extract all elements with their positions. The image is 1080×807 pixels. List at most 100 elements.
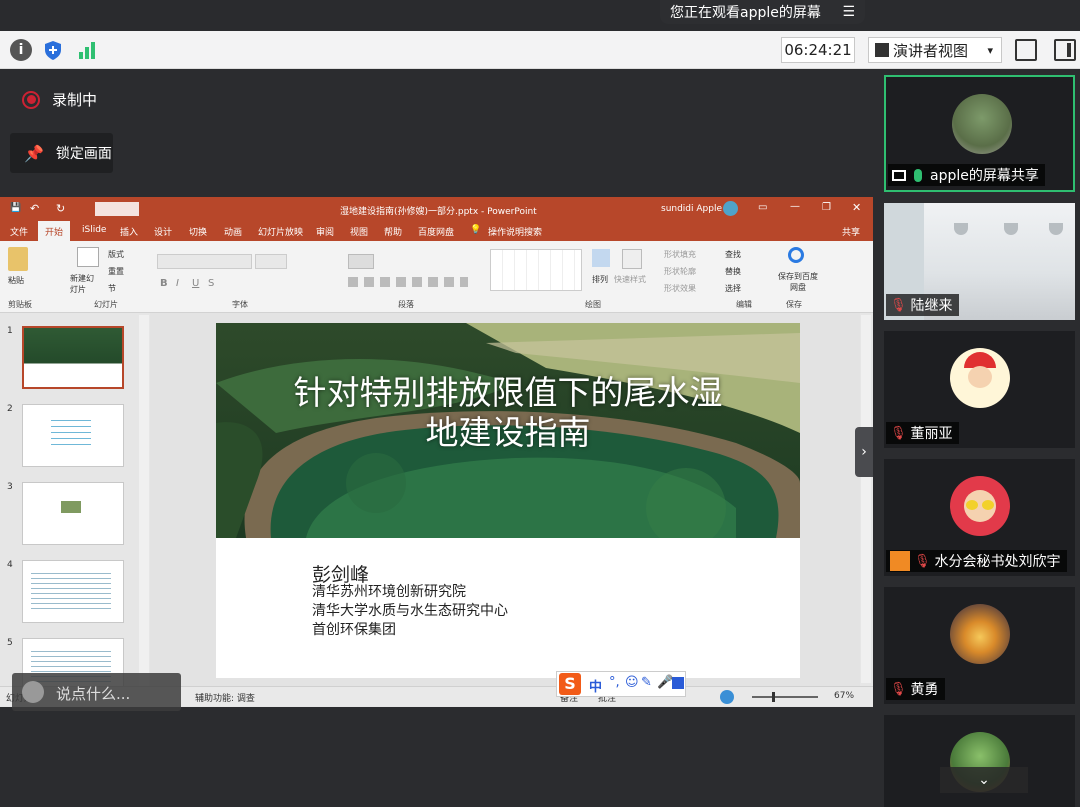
- thumb-number: 3: [7, 482, 13, 492]
- chat-input-pill[interactable]: 说点什么...: [12, 673, 181, 711]
- arrange-icon[interactable]: [592, 249, 610, 267]
- close-icon[interactable]: ✕: [852, 201, 861, 214]
- underline-icon[interactable]: U: [192, 278, 199, 289]
- current-slide[interactable]: 针对特别排放限值下的尾水湿 地建设指南 彭剑峰 清华苏州环境创新研究院 清华大学…: [216, 323, 800, 678]
- mic-icon[interactable]: 🎤: [657, 675, 673, 690]
- menu-icon[interactable]: ☰: [842, 4, 855, 20]
- find-button[interactable]: 查找: [725, 249, 741, 260]
- participant-tile[interactable]: 🎙 水分会秘书处刘欣宇: [884, 459, 1075, 576]
- fullscreen-icon[interactable]: [1015, 39, 1037, 61]
- section-button[interactable]: 节: [108, 283, 116, 294]
- tab-file[interactable]: 文件: [10, 225, 28, 238]
- new-slide-icon[interactable]: [77, 247, 99, 267]
- undo-icon[interactable]: ↶: [30, 202, 39, 215]
- redo-icon[interactable]: ↻: [56, 202, 65, 215]
- group-paragraph: 段落: [398, 300, 414, 309]
- paste-button[interactable]: 粘贴: [8, 275, 24, 286]
- tell-me-search[interactable]: 操作说明搜索: [488, 225, 542, 238]
- quick-style-button[interactable]: 快速样式: [614, 274, 646, 285]
- punctuation-icon[interactable]: °,: [609, 675, 620, 690]
- tab-baidu[interactable]: 百度网盘: [418, 225, 454, 238]
- tab-transitions[interactable]: 切换: [189, 225, 207, 238]
- tab-slideshow[interactable]: 幻灯片放映: [258, 225, 303, 238]
- shield-icon[interactable]: [42, 39, 64, 61]
- shape-fill-button[interactable]: 形状填充: [664, 249, 696, 260]
- restore-icon[interactable]: ❐: [822, 202, 831, 213]
- chat-placeholder[interactable]: 说点什么...: [56, 683, 130, 704]
- zoom-level: 67%: [834, 691, 855, 701]
- fit-slide-icon[interactable]: [720, 690, 734, 704]
- tab-design[interactable]: 设计: [154, 225, 172, 238]
- grid-icon[interactable]: [672, 677, 684, 689]
- arrange-button[interactable]: 排列: [592, 274, 608, 285]
- presenter-view-dropdown[interactable]: 演讲者视图 ▾: [868, 37, 1002, 63]
- accessibility-status[interactable]: 辅助功能: 调查: [195, 691, 255, 704]
- bold-icon[interactable]: B: [160, 278, 168, 289]
- affiliation-line: 首创环保集团: [312, 622, 396, 638]
- save-baidu-button[interactable]: 保存到百度网盘: [778, 271, 818, 293]
- info-icon[interactable]: i: [10, 39, 32, 61]
- avatar: [950, 476, 1010, 536]
- lock-screen-button[interactable]: 📌 锁定画面: [10, 133, 113, 173]
- ime-toolbar[interactable]: S 中 °, ☺ ✎ 🎤: [556, 671, 686, 697]
- font-name-select[interactable]: [157, 254, 252, 269]
- select-button[interactable]: 选择: [725, 283, 741, 294]
- reset-button[interactable]: 重置: [108, 266, 124, 277]
- slide-thumbnail[interactable]: [22, 482, 124, 545]
- thumbs-scrollbar[interactable]: [139, 315, 149, 691]
- tab-view[interactable]: 视图: [350, 225, 368, 238]
- chevron-down-icon: ▾: [987, 43, 993, 57]
- ribbon-display-icon[interactable]: ▭: [758, 202, 767, 213]
- account-avatar[interactable]: [723, 201, 738, 216]
- tab-animations[interactable]: 动画: [224, 225, 242, 238]
- replace-button[interactable]: 替换: [725, 266, 741, 277]
- shape-outline-button[interactable]: 形状轮廓: [664, 266, 696, 277]
- alignment-icons[interactable]: [348, 277, 468, 287]
- participant-tile[interactable]: 🎙 黄勇: [884, 587, 1075, 704]
- participant-name: 水分会秘书处刘欣宇: [934, 554, 1061, 570]
- tab-home[interactable]: 开始: [38, 221, 71, 241]
- emoji-icon[interactable]: ☺: [625, 675, 639, 690]
- share-button[interactable]: 共享: [842, 225, 860, 238]
- avatar: [950, 348, 1010, 408]
- slide-title-line2: 地建设指南: [425, 413, 591, 452]
- participant-name: 董丽亚: [910, 426, 953, 442]
- shape-effect-button[interactable]: 形状效果: [664, 283, 696, 294]
- baidu-cloud-icon[interactable]: [788, 247, 804, 263]
- tab-help[interactable]: 帮助: [384, 225, 402, 238]
- signal-icon[interactable]: [76, 39, 98, 61]
- ime-mode[interactable]: 中: [589, 676, 602, 695]
- chevron-down-icon: ⌄: [978, 772, 990, 788]
- save-icon[interactable]: 💾: [10, 203, 21, 213]
- italic-icon[interactable]: I: [176, 278, 179, 289]
- participant-tile[interactable]: [884, 715, 1075, 807]
- sidebar-toggle-icon[interactable]: [1054, 39, 1076, 61]
- lock-label: 锁定画面: [55, 146, 112, 162]
- zoom-slider[interactable]: [752, 692, 818, 702]
- shapes-gallery[interactable]: [490, 249, 582, 291]
- pen-icon[interactable]: ✎: [641, 675, 652, 690]
- slide-thumbnail[interactable]: [22, 404, 124, 467]
- participant-tile[interactable]: 🎙 董丽亚: [884, 331, 1075, 448]
- strikethrough-icon[interactable]: S: [208, 278, 214, 289]
- participant-name: 陆继来: [910, 298, 953, 314]
- quick-access-box[interactable]: [95, 202, 139, 216]
- new-slide-button[interactable]: 新建幻灯片: [70, 273, 100, 295]
- slide-thumbnail[interactable]: [22, 560, 124, 623]
- tab-islide[interactable]: iSlide: [82, 225, 106, 235]
- font-size-select[interactable]: [255, 254, 287, 269]
- tab-insert[interactable]: 插入: [120, 225, 138, 238]
- paste-icon[interactable]: [8, 247, 28, 271]
- slide-thumbnail[interactable]: [22, 326, 124, 389]
- collapse-panel-button[interactable]: ›: [855, 427, 873, 477]
- participant-tile[interactable]: apple的屏幕共享: [884, 75, 1075, 192]
- layout-button[interactable]: 版式: [108, 249, 124, 260]
- scroll-down-button[interactable]: ⌄: [940, 767, 1028, 793]
- participant-tile[interactable]: 🎙 陆继来: [884, 203, 1075, 320]
- sogou-icon[interactable]: S: [559, 673, 581, 695]
- slide-scrollbar[interactable]: [861, 315, 871, 683]
- bullets-icon[interactable]: [348, 254, 374, 269]
- tab-review[interactable]: 审阅: [316, 225, 334, 238]
- quick-style-icon[interactable]: [622, 249, 642, 269]
- minimize-icon[interactable]: —: [790, 201, 800, 212]
